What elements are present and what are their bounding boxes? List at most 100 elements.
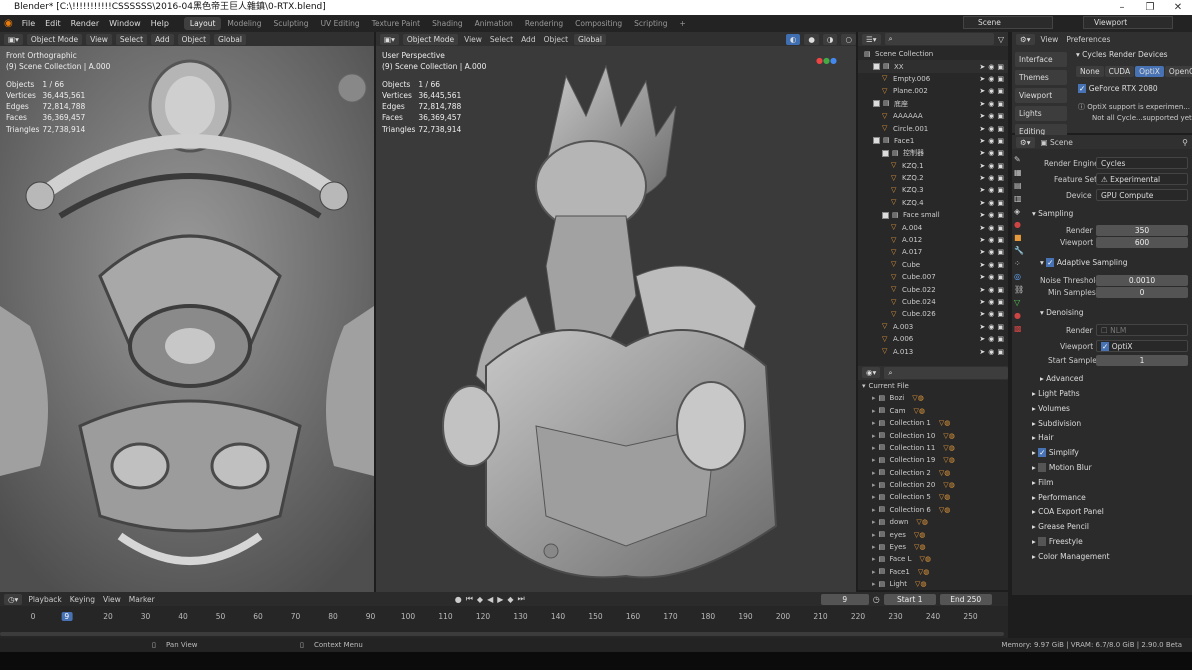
outliner-item[interactable]: ▽ A.013 ➤ ◉ ▣ bbox=[858, 345, 1008, 357]
eye-icon[interactable]: ◉ bbox=[988, 273, 994, 281]
camera-icon[interactable]: ▣ bbox=[997, 224, 1004, 232]
next-key-icon[interactable]: ◆ bbox=[507, 595, 513, 604]
render-engine-select[interactable]: Cycles bbox=[1096, 157, 1188, 169]
scene-selector[interactable]: Scene bbox=[963, 16, 1053, 29]
menu-window[interactable]: Window bbox=[104, 19, 146, 28]
file-collection-item[interactable]: ▸ ▤ Collection 11 ▽◍ bbox=[858, 442, 1008, 454]
world-tab-icon[interactable]: ● bbox=[1014, 220, 1026, 229]
workspace-tab-rendering[interactable]: Rendering bbox=[519, 17, 569, 30]
exclude-checkbox[interactable] bbox=[873, 63, 880, 71]
expand-arrow-icon[interactable]: ▸ bbox=[872, 568, 876, 576]
material-tab-icon[interactable]: ● bbox=[1014, 311, 1026, 320]
outliner-item[interactable]: ▤ Face small ➤ ◉ ▣ bbox=[858, 209, 1008, 221]
select-icon[interactable]: ➤ bbox=[979, 125, 985, 133]
timeline-menu-keying[interactable]: Keying bbox=[68, 595, 97, 604]
workspace-tab-uv-editing[interactable]: UV Editing bbox=[315, 17, 366, 30]
blender-logo-icon[interactable]: ◉ bbox=[0, 18, 17, 29]
left-menu-view[interactable]: View bbox=[86, 33, 112, 45]
select-icon[interactable]: ➤ bbox=[979, 162, 985, 170]
outliner-root[interactable]: ▤ Scene Collection bbox=[858, 48, 1008, 60]
prefs-tab-themes[interactable]: Themes bbox=[1015, 70, 1067, 85]
eye-icon[interactable]: ◉ bbox=[988, 100, 994, 108]
outliner-item[interactable]: ▽ KZQ.2 ➤ ◉ ▣ bbox=[858, 172, 1008, 184]
select-icon[interactable]: ➤ bbox=[979, 335, 985, 343]
eye-icon[interactable]: ◉ bbox=[988, 137, 994, 145]
file-collection-item[interactable]: ▸ ▤ Cam ▽◍ bbox=[858, 405, 1008, 417]
visibility-toggles[interactable]: ➤ ◉ ▣ bbox=[979, 298, 1004, 306]
eye-icon[interactable]: ◉ bbox=[988, 125, 994, 133]
select-icon[interactable]: ➤ bbox=[979, 261, 985, 269]
outliner-item[interactable]: ▽ KZQ.1 ➤ ◉ ▣ bbox=[858, 160, 1008, 172]
timeline-menu-marker[interactable]: Marker bbox=[127, 595, 157, 604]
shading-material-icon[interactable]: ◑ bbox=[822, 33, 838, 45]
prefs-menu-view[interactable]: View bbox=[1039, 35, 1061, 44]
panel-checkbox[interactable]: ✓ bbox=[1038, 463, 1047, 472]
visibility-toggles[interactable]: ➤ ◉ ▣ bbox=[979, 137, 1004, 145]
eye-icon[interactable]: ◉ bbox=[988, 174, 994, 182]
workspace-tab-sculpting[interactable]: Sculpting bbox=[268, 17, 315, 30]
left-menu-add[interactable]: Add bbox=[151, 33, 174, 45]
expand-arrow-icon[interactable]: ▸ bbox=[872, 481, 876, 489]
expand-arrow-icon[interactable]: ▸ bbox=[872, 432, 876, 440]
camera-icon[interactable]: ▣ bbox=[997, 323, 1004, 331]
camera-icon[interactable]: ▣ bbox=[997, 298, 1004, 306]
expand-arrow-icon[interactable]: ▸ bbox=[872, 407, 876, 415]
outliner-item[interactable]: ▽ Cube.026 ➤ ◉ ▣ bbox=[858, 308, 1008, 320]
camera-icon[interactable]: ▣ bbox=[997, 125, 1004, 133]
panel-checkbox[interactable]: ✓ bbox=[1038, 537, 1047, 546]
expand-arrow-icon[interactable]: ▸ bbox=[872, 531, 876, 539]
expand-arrow-icon[interactable]: ▸ bbox=[872, 419, 876, 427]
eye-icon[interactable]: ◉ bbox=[988, 310, 994, 318]
viewport-samples-field[interactable]: 600 bbox=[1096, 237, 1188, 248]
eye-icon[interactable]: ◉ bbox=[988, 348, 994, 356]
outliner-item[interactable]: ▽ Cube.007 ➤ ◉ ▣ bbox=[858, 271, 1008, 283]
jump-start-icon[interactable]: ⏮ bbox=[466, 594, 473, 604]
output-tab-icon[interactable]: ▤ bbox=[1014, 181, 1026, 190]
select-icon[interactable]: ➤ bbox=[979, 149, 985, 157]
left-menu-object[interactable]: Object bbox=[177, 33, 211, 45]
file-collection-item[interactable]: ▸ ▤ Collection 10 ▽◍ bbox=[858, 429, 1008, 441]
prefs-tab-viewport[interactable]: Viewport bbox=[1015, 88, 1067, 103]
select-icon[interactable]: ➤ bbox=[979, 310, 985, 318]
left-transform-orientation[interactable]: Global bbox=[214, 33, 246, 45]
exclude-checkbox[interactable] bbox=[882, 211, 889, 219]
cycles-devices-title[interactable]: ▾ Cycles Render Devices bbox=[1076, 50, 1168, 59]
jump-end-icon[interactable]: ⏭ bbox=[518, 594, 525, 604]
eye-icon[interactable]: ◉ bbox=[988, 199, 994, 207]
outliner-item[interactable]: ▽ KZQ.3 ➤ ◉ ▣ bbox=[858, 184, 1008, 196]
select-icon[interactable]: ➤ bbox=[979, 174, 985, 182]
file-collection-item[interactable]: ▸ ▤ down ▽◍ bbox=[858, 516, 1008, 528]
camera-icon[interactable]: ▣ bbox=[997, 211, 1004, 219]
visibility-toggles[interactable]: ➤ ◉ ▣ bbox=[979, 63, 1004, 71]
property-panel-header[interactable]: ▸ Subdivision bbox=[1032, 419, 1081, 428]
left-viewport[interactable]: ▣▾ Object Mode View Select Add Object Gl… bbox=[0, 32, 374, 592]
select-icon[interactable]: ➤ bbox=[979, 286, 985, 294]
property-panel-header[interactable]: ▸ Hair bbox=[1032, 433, 1054, 442]
workspace-tab-layout[interactable]: Layout bbox=[183, 17, 222, 30]
property-panel-header[interactable]: ▸ ✓ Simplify bbox=[1032, 448, 1079, 458]
timeline-menu-playback[interactable]: Playback bbox=[26, 595, 63, 604]
eye-icon[interactable]: ◉ bbox=[988, 248, 994, 256]
eye-icon[interactable]: ◉ bbox=[988, 63, 994, 71]
camera-icon[interactable]: ▣ bbox=[997, 261, 1004, 269]
outliner-editor-type[interactable]: ☰▾ bbox=[862, 33, 881, 45]
eye-icon[interactable]: ◉ bbox=[988, 75, 994, 83]
navigation-gizmo-icon[interactable]: ●●● bbox=[816, 56, 837, 65]
workspace-tab-animation[interactable]: Animation bbox=[469, 17, 519, 30]
file-collection-item[interactable]: ▸ ▤ Collection 2 ▽◍ bbox=[858, 467, 1008, 479]
camera-icon[interactable]: ▣ bbox=[997, 75, 1004, 83]
property-panel-header[interactable]: ▸ Performance bbox=[1032, 493, 1086, 502]
timeline-menu-view[interactable]: View bbox=[101, 595, 123, 604]
expand-arrow-icon[interactable]: ▸ bbox=[872, 469, 876, 477]
device-tab-none[interactable]: None bbox=[1076, 66, 1104, 77]
exclude-checkbox[interactable] bbox=[873, 137, 880, 145]
outliner-item[interactable]: ▤ 底座 ➤ ◉ ▣ bbox=[858, 98, 1008, 110]
outliner-item[interactable]: ▽ Circle.001 ➤ ◉ ▣ bbox=[858, 122, 1008, 134]
sampling-panel[interactable]: ▾ Sampling bbox=[1032, 209, 1073, 218]
visibility-toggles[interactable]: ➤ ◉ ▣ bbox=[979, 248, 1004, 256]
expand-arrow-icon[interactable]: ▸ bbox=[872, 543, 876, 551]
device-tab-cuda[interactable]: CUDA bbox=[1104, 66, 1135, 77]
object-tab-icon[interactable]: ■ bbox=[1014, 233, 1026, 242]
gpu-device-checkbox[interactable]: ✓ GeForce RTX 2080 bbox=[1078, 84, 1158, 93]
expand-arrow-icon[interactable]: ▸ bbox=[872, 456, 876, 464]
